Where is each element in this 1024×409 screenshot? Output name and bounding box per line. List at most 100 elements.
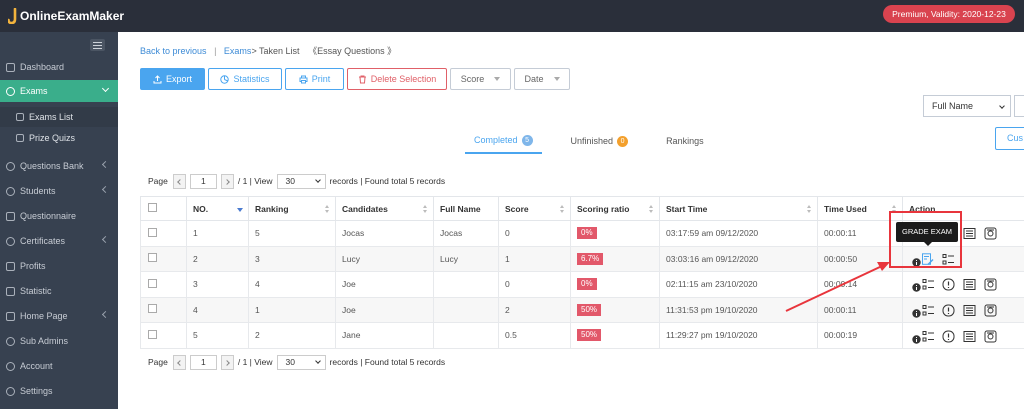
col-scoring-ratio[interactable]: Scoring ratio xyxy=(570,196,660,221)
brand-logo[interactable]: OnlineExamMaker xyxy=(8,6,124,26)
row-checkbox[interactable] xyxy=(148,329,157,339)
info-icon[interactable] xyxy=(912,309,921,320)
score-dropdown[interactable]: Score xyxy=(450,68,511,90)
table-row: 3 4 Joe 0 0% 02:11:15 am 23/10/2020 00:0… xyxy=(140,271,1024,298)
chart-icon xyxy=(6,286,15,296)
unfinished-count-badge: 0 xyxy=(617,135,629,147)
sidebar-item-questionnaire[interactable]: Questionnaire xyxy=(0,206,118,226)
sidebar-item-home-page[interactable]: Home Page xyxy=(0,306,118,326)
report-icon[interactable] xyxy=(963,304,976,319)
top-bar: OnlineExamMaker Premium, Validity: 2020-… xyxy=(0,0,1024,32)
sidebar-item-dashboard[interactable]: Dashboard xyxy=(0,57,118,77)
tab-rankings[interactable]: Rankings xyxy=(657,132,713,150)
answer-list-icon[interactable] xyxy=(922,304,935,319)
list-icon xyxy=(16,113,24,121)
chevron-down-icon xyxy=(101,84,110,93)
sidebar-item-account[interactable]: Account xyxy=(0,356,118,376)
chevron-left-icon xyxy=(101,185,110,194)
row-checkbox[interactable] xyxy=(148,304,157,314)
sort-desc-icon xyxy=(237,208,243,212)
sort-icon xyxy=(423,205,428,213)
brand-name: OnlineExamMaker xyxy=(20,9,125,23)
sidebar-item-questions-bank[interactable]: Questions Bank xyxy=(0,156,118,176)
ratio-badge: 50% xyxy=(577,303,602,316)
col-ranking[interactable]: Ranking xyxy=(248,196,336,221)
menu-toggle-icon[interactable] xyxy=(90,39,105,51)
col-start-time[interactable]: Start Time xyxy=(659,196,818,221)
tab-unfinished[interactable]: Unfinished 0 xyxy=(562,132,638,150)
ratio-badge: 6.7% xyxy=(577,252,604,265)
next-page-button[interactable] xyxy=(220,354,234,370)
ratio-badge: 0% xyxy=(577,227,597,240)
account-icon xyxy=(6,361,15,371)
dashboard-icon xyxy=(6,62,15,72)
answer-list-icon[interactable] xyxy=(922,278,935,293)
back-link[interactable]: Back to previous xyxy=(140,46,207,56)
page-input[interactable]: 1 xyxy=(189,173,217,189)
exams-link[interactable]: Exams xyxy=(224,46,252,56)
page-input[interactable]: 1 xyxy=(189,354,217,370)
chevron-left-icon xyxy=(101,310,110,319)
prev-page-button[interactable] xyxy=(172,173,186,189)
tab-completed[interactable]: Completed 5 xyxy=(465,132,542,154)
wallet-icon xyxy=(6,261,15,271)
sidebar-item-sub-admins[interactable]: Sub Admins xyxy=(0,331,118,351)
info-icon[interactable] xyxy=(912,283,921,294)
upload-icon xyxy=(153,74,162,84)
alert-icon[interactable] xyxy=(942,330,955,345)
logo-icon xyxy=(8,8,18,24)
ratio-badge: 50% xyxy=(577,329,602,342)
export-button[interactable]: Export xyxy=(140,68,205,90)
alert-icon[interactable] xyxy=(942,278,955,293)
sort-icon xyxy=(807,205,812,213)
select-all-checkbox[interactable] xyxy=(148,203,157,212)
row-checkbox[interactable] xyxy=(148,227,157,237)
admin-icon xyxy=(6,336,15,346)
sidebar-item-profits[interactable]: Profits xyxy=(0,256,118,276)
checkbox-icon xyxy=(6,211,15,221)
row-checkbox[interactable] xyxy=(148,253,157,263)
next-page-button[interactable] xyxy=(220,173,234,189)
report-icon[interactable] xyxy=(963,227,976,242)
sort-icon xyxy=(649,205,654,213)
report-icon[interactable] xyxy=(963,278,976,293)
date-dropdown[interactable]: Date xyxy=(514,68,570,90)
custom-button[interactable]: Cus xyxy=(995,127,1024,150)
report-icon[interactable] xyxy=(963,330,976,345)
statistics-button[interactable]: Statistics xyxy=(208,68,282,90)
row-checkbox[interactable] xyxy=(148,278,157,288)
answer-list-icon[interactable] xyxy=(922,330,935,345)
per-page-select[interactable]: 30 xyxy=(276,173,326,189)
sidebar-item-prize-quizs[interactable]: Prize Quizs xyxy=(0,128,118,148)
gear-icon xyxy=(6,386,15,396)
info-icon[interactable] xyxy=(912,335,921,346)
print-button[interactable]: Print xyxy=(285,68,344,90)
exam-title: 《Essay Questions 》 xyxy=(308,46,397,56)
secondary-select[interactable] xyxy=(1014,95,1024,117)
home-icon xyxy=(6,311,15,321)
delete-selection-button[interactable]: Delete Selection xyxy=(347,68,447,90)
sidebar-item-certificates[interactable]: Certificates xyxy=(0,231,118,251)
sidebar-item-exams-list[interactable]: Exams List xyxy=(0,107,118,127)
premium-badge[interactable]: Premium, Validity: 2020-12-23 xyxy=(883,5,1015,23)
sidebar-item-students[interactable]: Students xyxy=(0,181,118,201)
sidebar-item-settings[interactable]: Settings xyxy=(0,381,118,401)
certificate-icon[interactable] xyxy=(984,278,997,293)
col-no[interactable]: NO. xyxy=(186,196,249,221)
sidebar: Dashboard Exams Exams List Prize Quizs Q… xyxy=(0,32,118,409)
table-row: 4 1 Joe 2 50% 11:31:53 pm 19/10/2020 00:… xyxy=(140,296,1024,323)
completed-count-badge: 5 xyxy=(521,135,533,146)
col-fullname: Full Name xyxy=(433,196,499,221)
fullname-select[interactable]: Full Name xyxy=(923,95,1011,117)
sidebar-item-exams[interactable]: Exams xyxy=(0,80,118,102)
certificate-icon[interactable] xyxy=(984,330,997,345)
col-score[interactable]: Score xyxy=(498,196,571,221)
per-page-select[interactable]: 30 xyxy=(276,354,326,370)
pager-top: Page 1 / 1 | View 30 records | Found tot… xyxy=(148,172,445,190)
sidebar-item-statistic[interactable]: Statistic xyxy=(0,281,118,301)
col-candidates[interactable]: Candidates xyxy=(335,196,434,221)
alert-icon[interactable] xyxy=(942,304,955,319)
certificate-icon[interactable] xyxy=(984,304,997,319)
prev-page-button[interactable] xyxy=(172,354,186,370)
certificate-icon[interactable] xyxy=(984,227,997,242)
